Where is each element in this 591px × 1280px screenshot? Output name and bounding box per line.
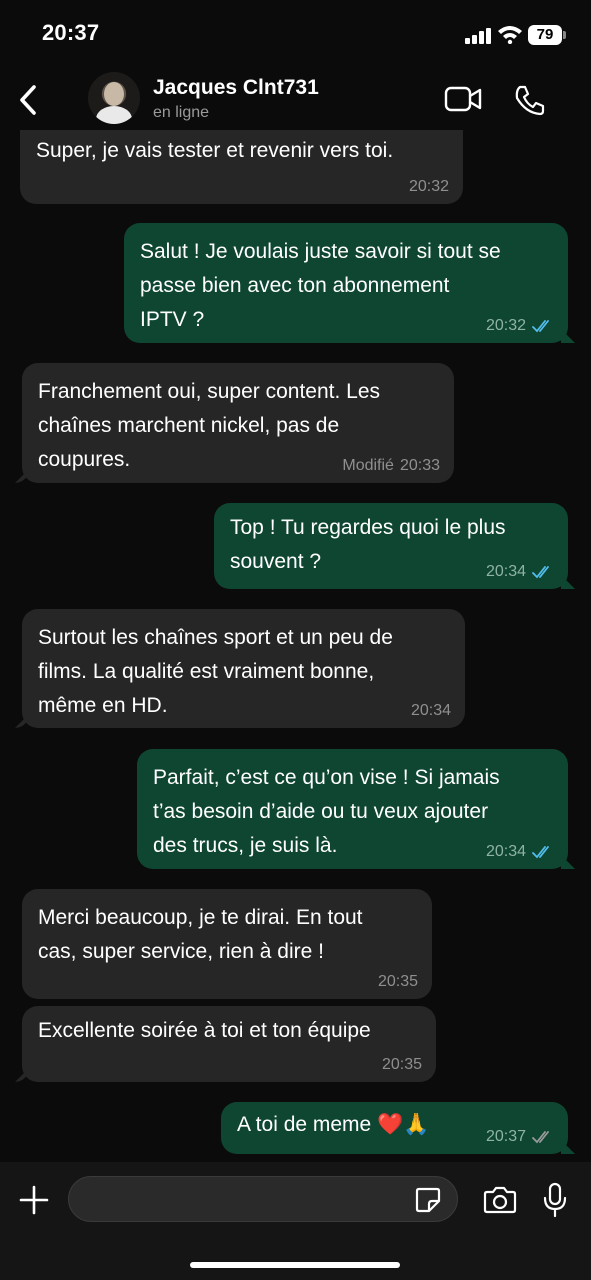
message-meta: 20:32 [486, 317, 554, 335]
message-text: Excellente soirée à toi et ton équipe [38, 1019, 371, 1042]
message-bubble-incoming[interactable]: Super, je vais tester et revenir vers to… [20, 130, 463, 204]
status-bar: 20:37 79 [0, 0, 591, 64]
message-time: 20:35 [377, 973, 418, 990]
battery-level: 79 [528, 25, 562, 45]
message-meta: 20:34 [411, 702, 451, 720]
message-bubble-outgoing[interactable]: A toi de meme ❤️🙏 20:37 [221, 1102, 568, 1154]
edited-label: Modifié [342, 457, 394, 474]
message-time: 20:32 [408, 178, 449, 195]
status-time: 20:37 [42, 20, 100, 45]
back-chevron-icon[interactable] [14, 82, 44, 118]
message-time: 20:34 [410, 702, 451, 719]
message-time: 20:34 [485, 843, 526, 860]
message-meta: 20:34 [486, 843, 554, 861]
home-indicator [190, 1262, 400, 1268]
microphone-icon[interactable] [541, 1182, 569, 1218]
message-bubble-incoming[interactable]: Excellente soirée à toi et ton équipe 20… [22, 1006, 436, 1082]
message-meta: 20:35 [382, 1056, 422, 1074]
plus-icon[interactable] [18, 1184, 50, 1216]
chat-header: Jacques Clnt731 en ligne [0, 64, 591, 132]
contact-name[interactable]: Jacques Clnt731 [153, 76, 319, 100]
wifi-icon [498, 26, 522, 44]
message-meta: 20:35 [378, 973, 418, 991]
double-check-icon [532, 566, 549, 579]
message-bubble-incoming[interactable]: Franchement oui, super content. Les chaî… [22, 363, 454, 483]
message-bubble-outgoing[interactable]: Parfait, c’est ce qu’on vise ! Si jamais… [137, 749, 568, 869]
message-input[interactable] [68, 1176, 458, 1222]
contact-avatar[interactable] [88, 72, 140, 124]
message-bubble-incoming[interactable]: Surtout les chaînes sport et un peu de f… [22, 609, 465, 728]
contact-status: en ligne [153, 104, 210, 121]
message-text: Merci beaucoup, je te dirai. En tout cas… [38, 906, 363, 963]
message-meta: 20:34 [486, 563, 554, 581]
battery-cap [563, 31, 566, 39]
message-time: 20:35 [381, 1056, 422, 1073]
message-time: 20:37 [485, 1128, 526, 1145]
message-text: Super, je vais tester et revenir vers to… [36, 139, 394, 162]
message-time: 20:34 [485, 563, 526, 580]
message-meta: 20:32 [409, 178, 449, 196]
video-call-icon[interactable] [444, 86, 482, 112]
message-bubble-outgoing[interactable]: Salut ! Je voulais juste savoir si tout … [124, 223, 568, 343]
message-bubble-outgoing[interactable]: Top ! Tu regardes quoi le plus souvent ?… [214, 503, 568, 589]
sticker-icon[interactable] [414, 1186, 442, 1214]
message-meta: 20:37 [486, 1128, 554, 1146]
phone-call-icon[interactable] [514, 84, 546, 116]
double-check-icon [532, 1131, 549, 1144]
double-check-icon [532, 320, 549, 333]
message-bubble-incoming[interactable]: Merci beaucoup, je te dirai. En tout cas… [22, 889, 432, 999]
message-time: 20:33 [399, 457, 440, 474]
double-check-icon [532, 846, 549, 859]
message-time: 20:32 [485, 317, 526, 334]
message-meta: Modifié 20:33 [342, 457, 440, 475]
message-text: Surtout les chaînes sport et un peu de f… [38, 626, 393, 717]
camera-icon[interactable] [482, 1186, 518, 1214]
signal-icon [465, 28, 491, 44]
